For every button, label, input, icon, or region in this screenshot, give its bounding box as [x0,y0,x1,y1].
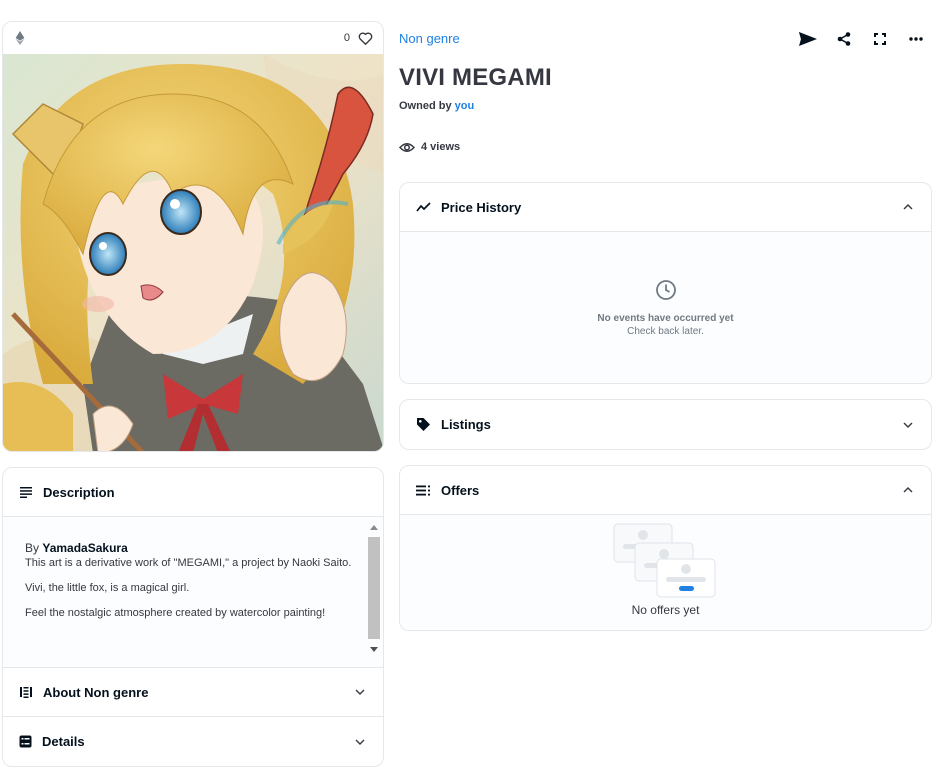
trending-icon [416,202,431,212]
description-paragraph: Feel the nostalgic atmosphere created by… [25,607,326,619]
description-scrollbar[interactable] [368,521,380,664]
offers-title: Offers [441,482,480,498]
ethereum-icon [15,31,25,45]
send-icon [799,32,817,46]
clock-icon [655,279,676,300]
details-icon [19,735,32,748]
favorite-count: 0 [343,32,350,44]
item-artwork[interactable] [3,54,384,452]
scroll-down-arrow-icon[interactable] [368,643,380,655]
collection-link[interactable]: Non genre [399,31,460,46]
description-header[interactable]: Description [3,468,383,517]
scroll-up-arrow-icon[interactable] [368,521,380,533]
offers-header[interactable]: Offers [400,466,931,515]
details-header[interactable]: Details [3,717,383,766]
creator-link[interactable]: YamadaSakura [42,541,127,555]
fullscreen-icon [874,33,886,45]
listings-card: Listings [399,399,932,450]
heart-icon[interactable] [358,31,373,45]
creator-line: By YamadaSakura [25,541,353,556]
about-collection-header[interactable]: About Non genre [3,668,383,717]
details-title: Details [42,734,85,749]
views-count: 4 views [399,141,460,153]
fullscreen-button[interactable] [862,28,898,50]
about-title: About Non genre [43,684,149,700]
chevron-up-icon [903,204,913,210]
about-icon [20,687,32,698]
owner-link[interactable]: you [455,100,475,112]
price-history-header[interactable]: Price History [400,183,931,232]
transfer-button[interactable] [790,28,826,50]
share-icon [837,32,851,46]
chevron-down-icon [355,689,365,695]
description-body: By YamadaSakura This art is a derivative… [3,517,383,668]
owned-by-label: Owned by [399,100,452,112]
description-paragraph: Vivi, the little fox, is a magical girl. [25,582,190,594]
empty-events-subtitle: Check back later. [627,325,704,337]
price-history-title: Price History [441,199,522,215]
offers-card: Offers No offers yet [399,465,932,631]
favorite-area: 0 [344,31,373,45]
image-card-topbar: 0 [3,22,383,54]
empty-events-title: No events have occurred yet [597,312,734,324]
item-actions [790,28,934,50]
scrollbar-thumb[interactable] [368,537,380,639]
item-title: VIVI MEGAMI [399,64,552,91]
offers-list-icon [416,485,430,495]
chevron-up-icon [903,487,913,493]
listings-header[interactable]: Listings [400,400,931,449]
by-label: By [25,541,40,555]
no-offers-illustration-icon [613,523,716,598]
listings-title: Listings [441,417,491,432]
eye-icon [399,142,415,152]
description-icon [20,487,32,498]
owner-line: Owned by you [399,100,474,112]
description-title: Description [43,484,115,500]
price-history-card: Price History No events have occurred ye… [399,182,932,384]
views-label: 4 views [421,141,461,153]
chevron-down-icon [903,422,913,428]
no-offers-label: No offers yet [631,603,700,617]
tag-icon [417,418,430,431]
item-image-card: 0 [2,21,384,452]
offers-empty: No offers yet [400,515,931,630]
description-card: Description By YamadaSakura This art is … [2,467,384,767]
description-paragraph: This art is a derivative work of "MEGAMI… [25,557,352,569]
more-icon [909,37,923,41]
chevron-down-icon [355,739,365,745]
more-options-button[interactable] [898,28,934,50]
share-button[interactable] [826,28,862,50]
price-history-empty: No events have occurred yet Check back l… [400,232,931,383]
